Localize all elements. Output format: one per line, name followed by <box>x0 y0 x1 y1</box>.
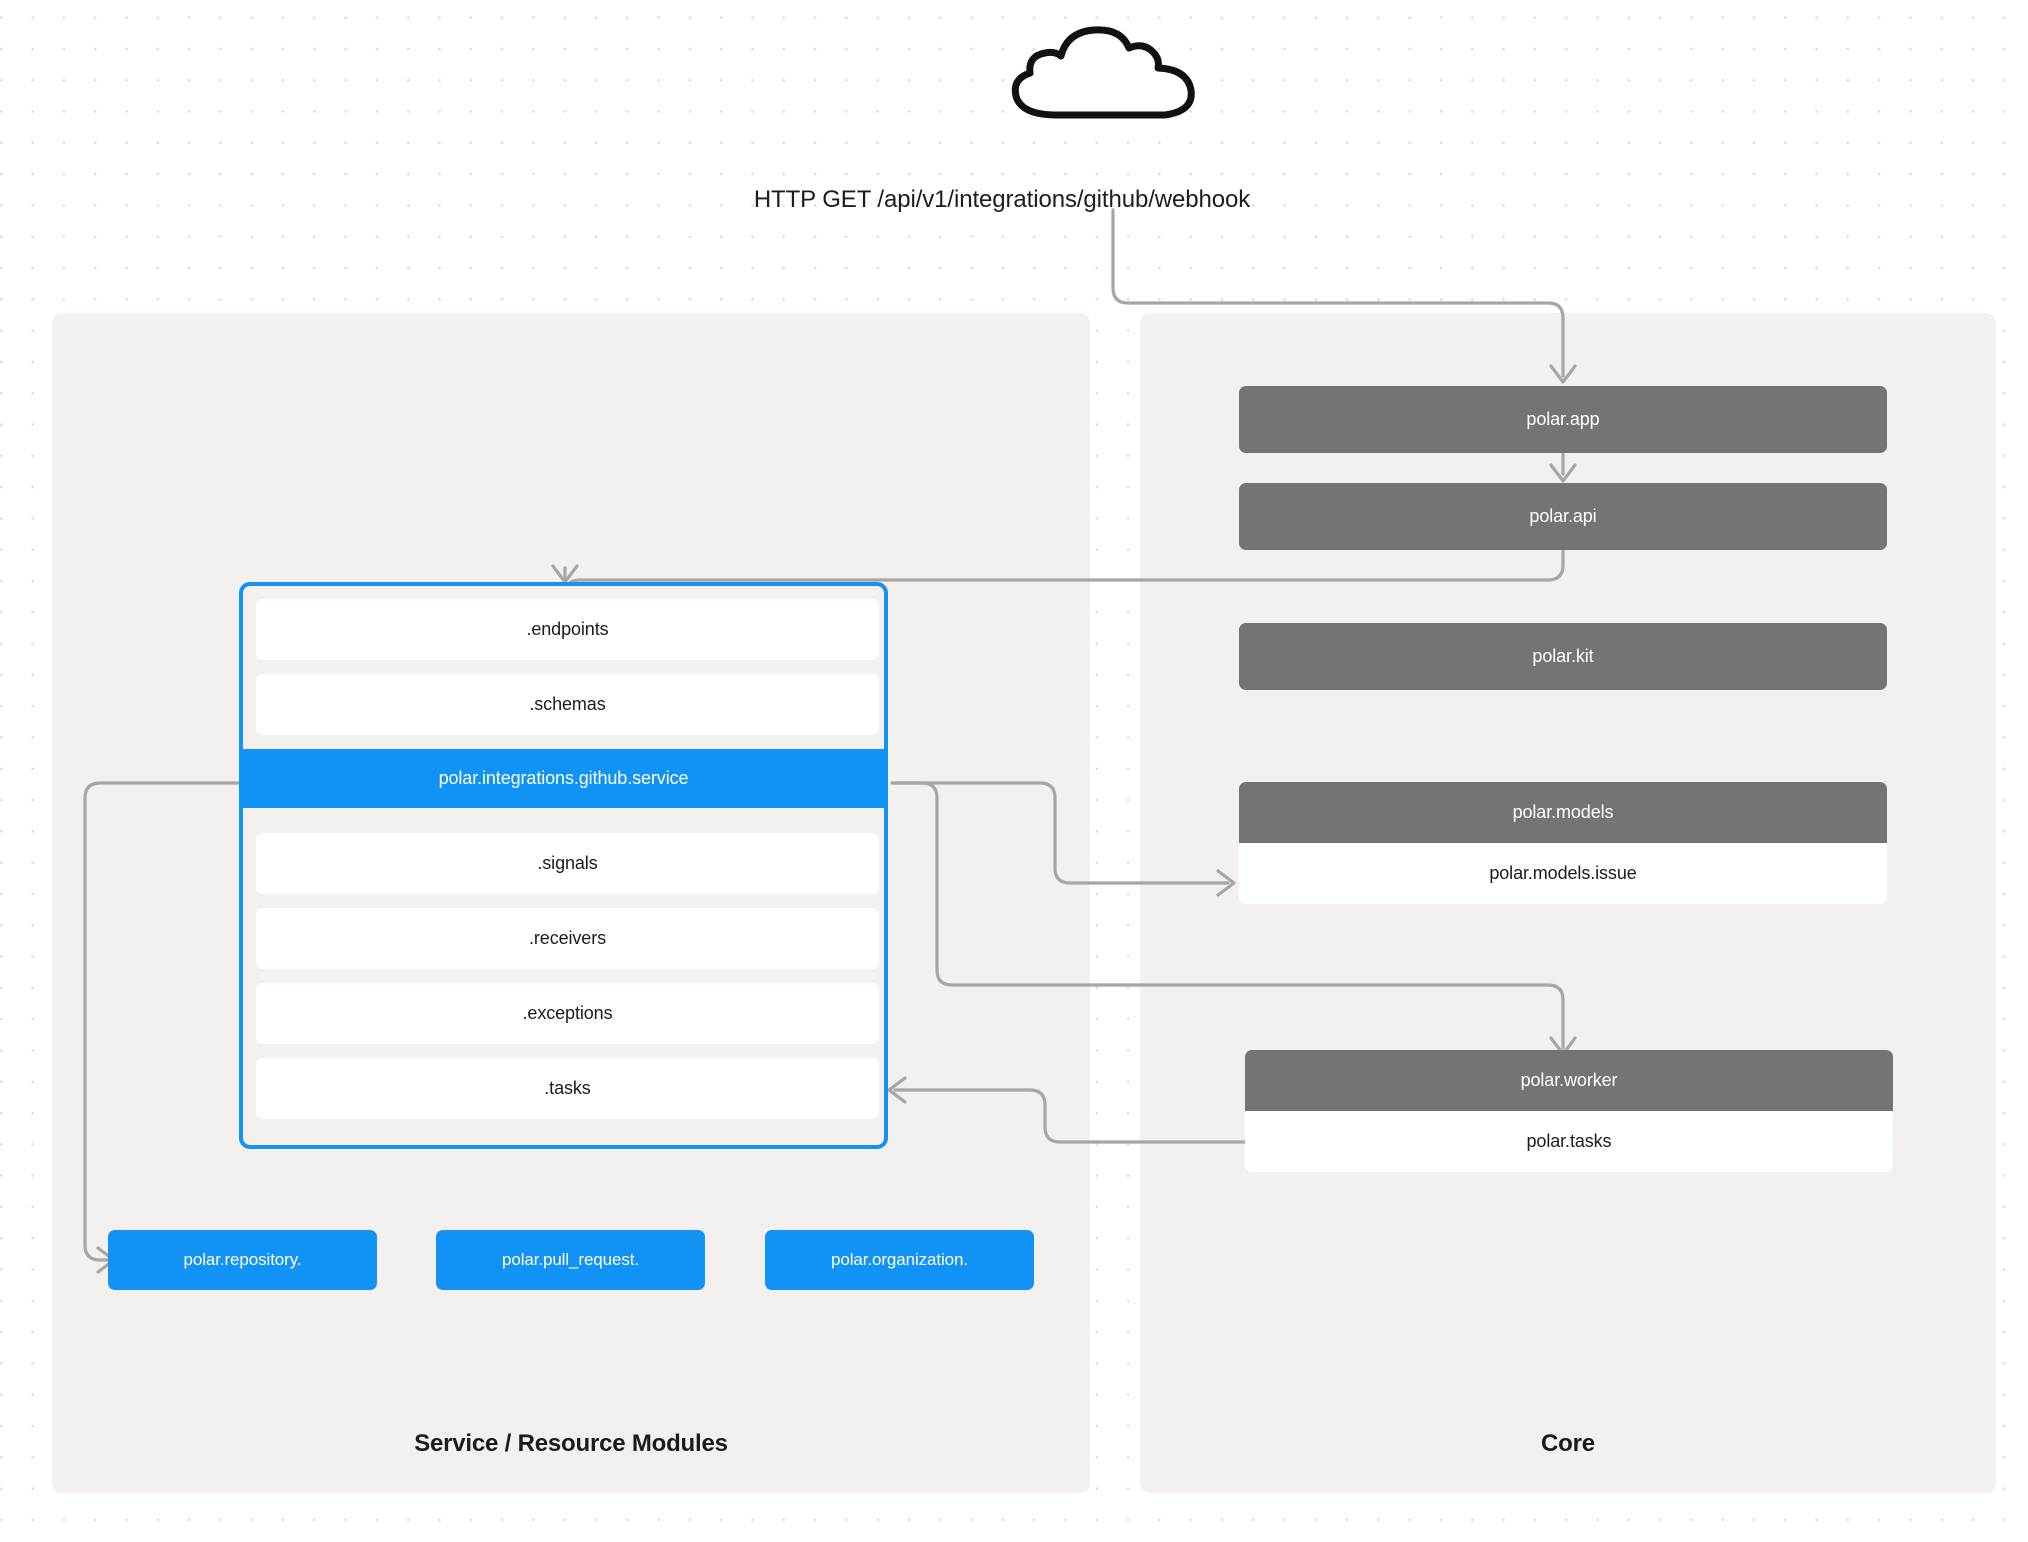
module-row-github-service-label: polar.integrations.github.service <box>438 768 689 788</box>
node-polar-api-label: polar.api <box>1529 506 1597 526</box>
module-row-receivers-label: .receivers <box>528 928 607 948</box>
pill-polar-pull-request[interactable]: polar.pull_request. <box>436 1230 705 1290</box>
cloud-icon <box>1011 26 1195 119</box>
http-request-text: HTTP GET /api/v1/integrations/github/web… <box>753 186 1251 213</box>
panel-right-title: Core <box>1541 1430 1595 1457</box>
node-polar-worker-label: polar.worker <box>1520 1070 1618 1090</box>
node-polar-tasks[interactable]: polar.tasks <box>1245 1111 1893 1172</box>
node-polar-kit-label: polar.kit <box>1532 646 1594 666</box>
node-polar-kit[interactable]: polar.kit <box>1239 623 1887 690</box>
panel-left-title: Service / Resource Modules <box>414 1430 728 1457</box>
module-row-endpoints-label: .endpoints <box>526 619 609 639</box>
node-polar-models[interactable]: polar.models <box>1239 782 1887 843</box>
module-row-endpoints[interactable]: .endpoints <box>256 599 879 660</box>
node-polar-app-label: polar.app <box>1526 409 1600 429</box>
node-polar-models-issue-label: polar.models.issue <box>1489 863 1637 883</box>
pill-polar-repository-label: polar.repository. <box>183 1250 302 1269</box>
node-polar-tasks-label: polar.tasks <box>1526 1131 1612 1151</box>
module-row-exceptions-label: .exceptions <box>522 1003 613 1023</box>
pill-polar-repository[interactable]: polar.repository. <box>108 1230 377 1290</box>
node-polar-models-issue[interactable]: polar.models.issue <box>1239 843 1887 904</box>
module-row-exceptions[interactable]: .exceptions <box>256 983 879 1044</box>
node-polar-api[interactable]: polar.api <box>1239 483 1887 550</box>
module-row-schemas-label: .schemas <box>529 694 606 714</box>
http-request-label: HTTP GET /api/v1/integrations/github/web… <box>0 186 2028 214</box>
pill-polar-organization[interactable]: polar.organization. <box>765 1230 1034 1290</box>
module-row-schemas[interactable]: .schemas <box>256 674 879 735</box>
diagram-canvas: HTTP GET /api/v1/integrations/github/web… <box>0 0 2028 1542</box>
pill-polar-pull-request-label: polar.pull_request. <box>501 1250 640 1269</box>
module-row-signals[interactable]: .signals <box>256 833 879 894</box>
node-polar-app[interactable]: polar.app <box>1239 386 1887 453</box>
module-row-tasks-label: .tasks <box>544 1078 591 1098</box>
node-polar-models-label: polar.models <box>1512 802 1614 822</box>
module-row-receivers[interactable]: .receivers <box>256 908 879 969</box>
pill-polar-organization-label: polar.organization. <box>830 1250 969 1269</box>
module-group-github-integration: .endpoints .schemas polar.integrations.g… <box>239 582 888 1149</box>
module-row-github-service[interactable]: polar.integrations.github.service <box>243 749 884 808</box>
module-row-signals-label: .signals <box>537 853 598 873</box>
node-polar-worker[interactable]: polar.worker <box>1245 1050 1893 1111</box>
module-row-tasks[interactable]: .tasks <box>256 1058 879 1119</box>
